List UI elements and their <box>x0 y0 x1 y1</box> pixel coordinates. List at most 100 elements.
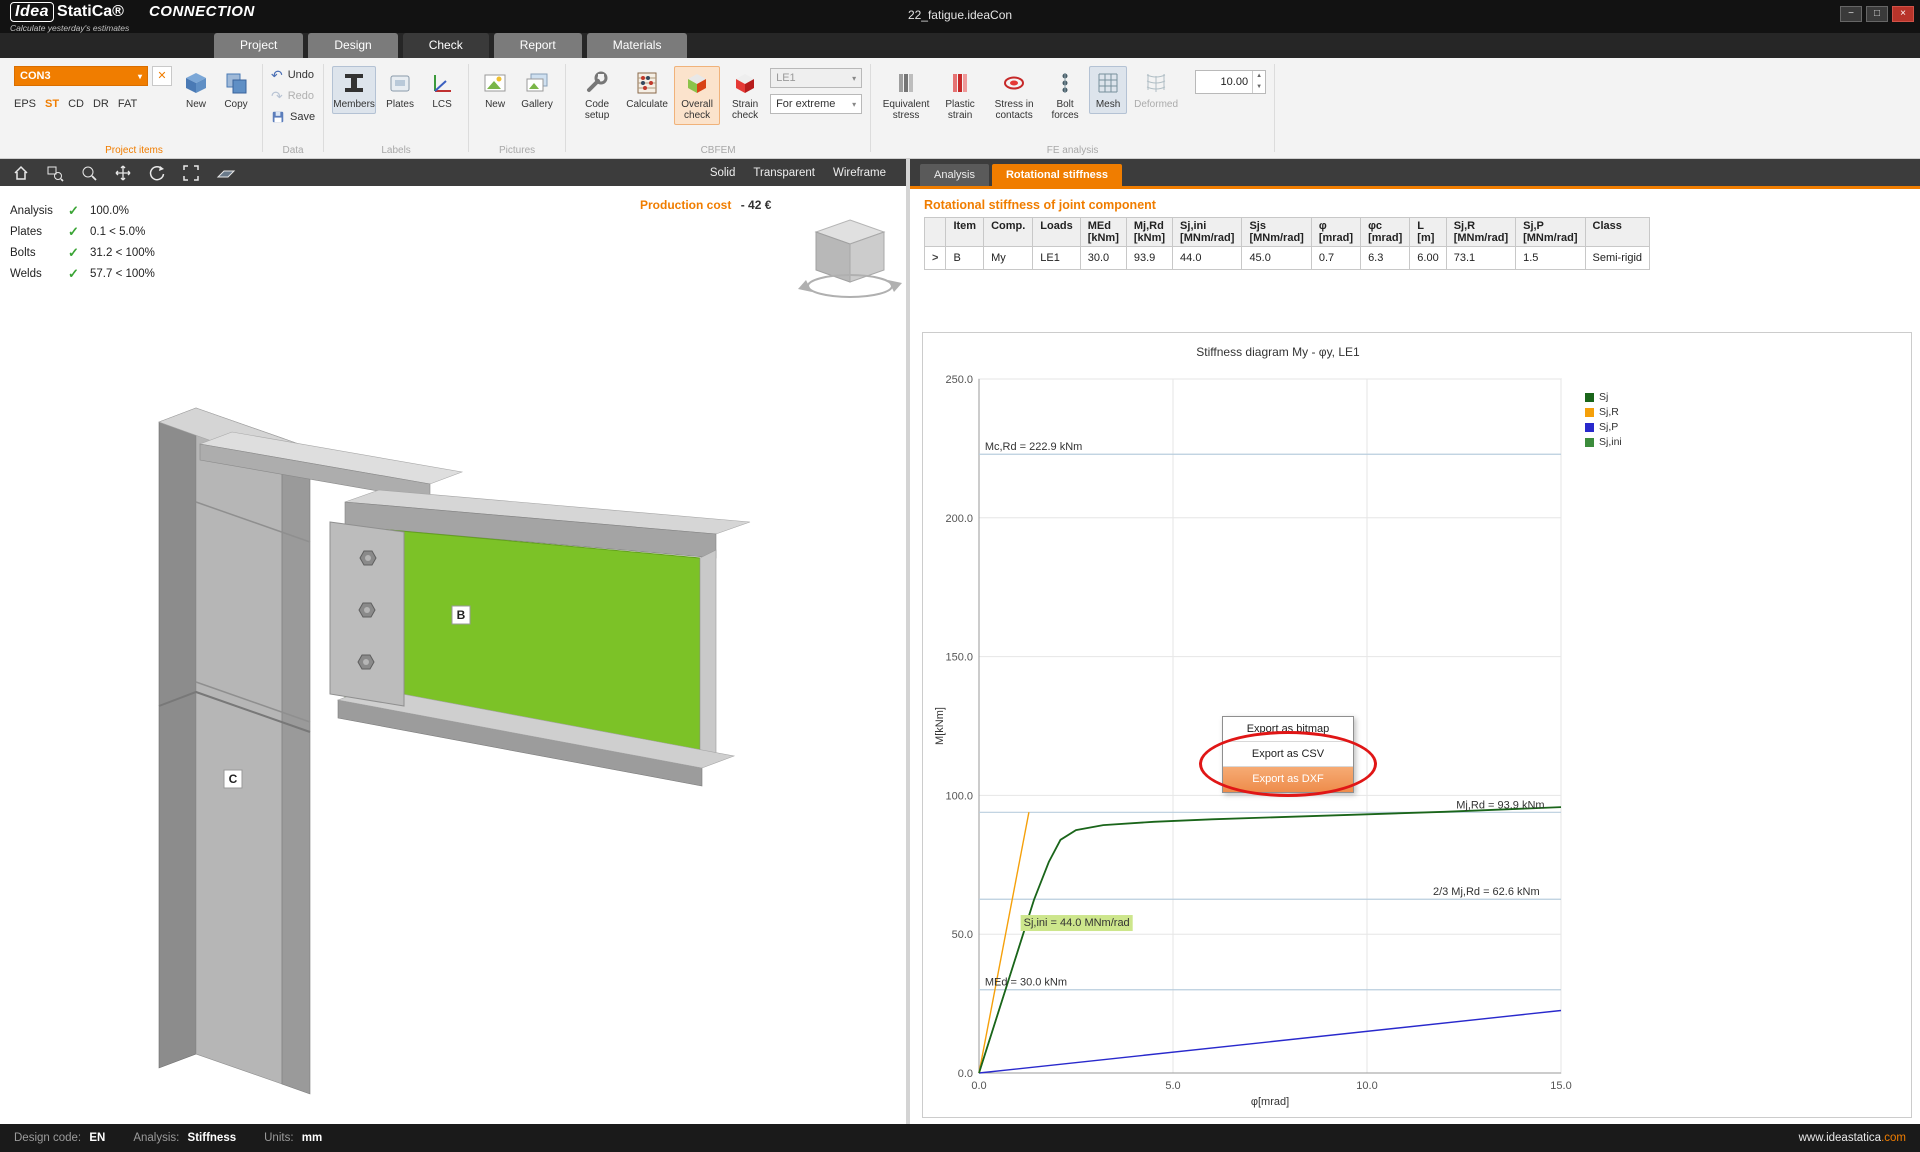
chevron-down-icon: ▾ <box>852 73 857 83</box>
gallery-button[interactable]: Gallery <box>517 66 557 114</box>
axes-icon <box>434 75 452 92</box>
window-controls: − □ × <box>1840 6 1914 22</box>
row-expander[interactable]: > <box>923 246 947 270</box>
redo-button[interactable]: ↷ Redo <box>271 87 315 105</box>
view-mode-wireframe[interactable]: Wireframe <box>833 167 886 179</box>
equivalent-stress-button[interactable]: Equivalent stress <box>879 66 933 125</box>
svg-text:φ[mrad]: φ[mrad] <box>1251 1096 1289 1108</box>
extreme-combo[interactable]: For extreme ▾ <box>770 94 863 114</box>
results-panel: Analysis Rotational stiffness Rotational… <box>910 159 1920 1124</box>
navigation-cube[interactable] <box>798 219 902 298</box>
group-labels: Members Plates LCS Labels <box>324 58 468 158</box>
zoom-icon[interactable] <box>80 164 98 182</box>
overall-check-button[interactable]: Overall check <box>674 66 721 125</box>
close-icon[interactable]: × <box>1892 6 1914 22</box>
deformed-scale-stepper[interactable]: 10.00 ▲ ▼ <box>1195 70 1267 94</box>
lcs-labels-button[interactable]: LCS <box>424 66 460 114</box>
deformed-button[interactable]: Deformed <box>1131 66 1181 114</box>
home-view-icon[interactable] <box>12 164 30 182</box>
strain-check-button[interactable]: Strain check <box>724 66 766 125</box>
group-label: Data <box>282 145 304 156</box>
mode-st-button[interactable]: ST <box>45 98 59 110</box>
rotate-icon[interactable] <box>148 164 166 182</box>
view-mode-solid[interactable]: Solid <box>710 167 736 179</box>
plastic-strain-button[interactable]: Plastic strain <box>937 66 983 125</box>
member-label-c[interactable]: C <box>223 769 243 789</box>
code-setup-button[interactable]: Code setup <box>574 66 620 125</box>
chevron-down-icon: ▾ <box>137 71 142 81</box>
stress-bars-icon <box>899 74 914 92</box>
check-row-bolts: Bolts ✓ 31.2 < 100% <box>10 244 155 260</box>
mesh-button[interactable]: Mesh <box>1089 66 1128 114</box>
tab-report[interactable]: Report <box>493 33 582 58</box>
undo-icon: ↶ <box>271 67 283 83</box>
tab-rotational-stiffness[interactable]: Rotational stiffness <box>991 164 1123 186</box>
group-data: ↶ Undo ↷ Redo Save Data <box>263 58 323 158</box>
delete-project-item-button[interactable]: ✕ <box>152 66 172 86</box>
viewport-canvas[interactable]: B C Analysis ✓ 100.0% Plates ✓ 0.1 < 5.0… <box>0 186 906 1124</box>
svg-text:5.0: 5.0 <box>1165 1080 1180 1092</box>
zoom-window-icon[interactable] <box>46 164 64 182</box>
document-title: 22_fatigue.ideaCon <box>907 8 1013 22</box>
zoom-fit-icon[interactable] <box>182 164 200 182</box>
check-summary: Analysis ✓ 100.0% Plates ✓ 0.1 < 5.0% Bo… <box>10 200 155 284</box>
member-label-b[interactable]: B <box>451 605 471 625</box>
minimize-icon[interactable]: − <box>1840 6 1862 22</box>
mode-fat-button[interactable]: FAT <box>118 98 137 110</box>
svg-text:100.0: 100.0 <box>945 790 973 802</box>
svg-text:250.0: 250.0 <box>945 374 973 386</box>
website-link[interactable]: www.ideastatica.com <box>1799 1132 1906 1144</box>
bolt[interactable] <box>358 602 376 618</box>
spin-down-icon[interactable]: ▼ <box>1253 82 1265 93</box>
stiffness-table: Item Comp. Loads MEd [kNm] Mj,Rd [kNm] S… <box>923 217 1651 270</box>
mode-eps-button[interactable]: EPS <box>14 98 36 110</box>
mode-dr-button[interactable]: DR <box>93 98 109 110</box>
stress-in-contacts-button[interactable]: Stress in contacts <box>987 66 1041 125</box>
maximize-icon[interactable]: □ <box>1866 6 1888 22</box>
spin-up-icon[interactable]: ▲ <box>1253 71 1265 82</box>
clipping-plane-icon[interactable] <box>216 164 236 182</box>
load-effect-combo[interactable]: LE1 ▾ <box>770 68 863 88</box>
bolt[interactable] <box>359 550 377 566</box>
tab-project[interactable]: Project <box>214 33 304 58</box>
column-member[interactable] <box>158 407 311 1095</box>
mode-cd-button[interactable]: CD <box>68 98 84 110</box>
table-row[interactable]: > B My LE1 30.0 93.9 44.0 45.0 0.7 6.3 6… <box>923 246 1651 270</box>
svg-text:M[kNm]: M[kNm] <box>934 707 946 745</box>
new-item-button[interactable]: New <box>178 66 214 114</box>
check-row-welds: Welds ✓ 57.7 < 100% <box>10 265 155 281</box>
gallery-icon <box>526 73 548 92</box>
save-button[interactable]: Save <box>271 108 315 126</box>
legend-item: Sj <box>1585 391 1622 403</box>
tab-check[interactable]: Check <box>402 33 489 58</box>
viewport-toolbar: Solid Transparent Wireframe <box>0 159 906 186</box>
new-picture-button[interactable]: New <box>477 66 513 114</box>
project-item-combo[interactable]: CON3 ▾ <box>14 66 148 86</box>
pan-icon[interactable] <box>114 164 132 182</box>
menu-item-export-bitmap[interactable]: Export as bitmap <box>1223 717 1353 742</box>
tab-analysis[interactable]: Analysis <box>920 164 989 186</box>
undo-button[interactable]: ↶ Undo <box>271 66 315 84</box>
ribbon-tab-row: Project Design Check Report Materials <box>0 33 1920 58</box>
calculate-button[interactable]: Calculate <box>624 66 670 114</box>
analysis-status: Analysis: Stiffness <box>133 1132 237 1144</box>
contact-rings-icon <box>1004 76 1025 90</box>
menu-item-export-csv[interactable]: Export as CSV <box>1223 742 1353 767</box>
legend-item: Sj,P <box>1585 421 1622 433</box>
design-code-status: Design code: EN <box>14 1132 106 1144</box>
tab-design[interactable]: Design <box>308 33 398 58</box>
group-label: FE analysis <box>1046 145 1099 156</box>
model-3d[interactable]: B C <box>0 186 906 1124</box>
deformed-grid-icon <box>1146 74 1166 92</box>
members-labels-button[interactable]: Members <box>332 66 377 114</box>
tab-materials[interactable]: Materials <box>586 33 688 58</box>
wrench-icon <box>587 71 608 92</box>
plates-labels-button[interactable]: Plates <box>380 66 420 114</box>
copy-item-button[interactable]: Copy <box>218 66 254 114</box>
bolt-forces-button[interactable]: Bolt forces <box>1045 66 1085 125</box>
accent-divider <box>910 186 1920 189</box>
bolt[interactable] <box>357 654 375 670</box>
menu-item-export-dxf[interactable]: Export as DXF <box>1223 767 1353 792</box>
legend-swatch <box>1585 392 1594 402</box>
view-mode-transparent[interactable]: Transparent <box>753 167 815 179</box>
